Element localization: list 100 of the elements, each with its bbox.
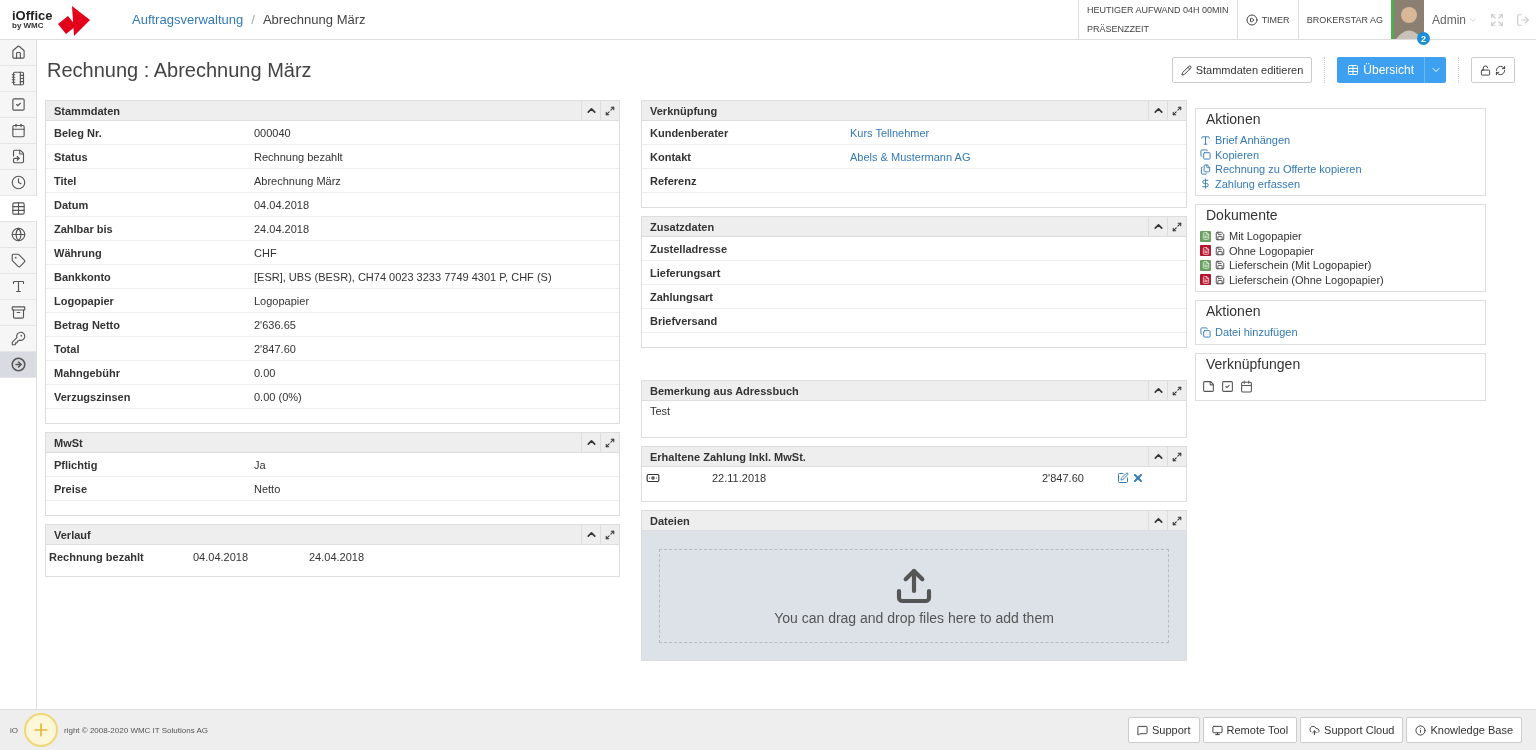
- home-icon: [10, 45, 26, 60]
- upload-icon: [894, 566, 934, 606]
- box-title: Aktionen: [1206, 303, 1262, 319]
- panel-title: Verlauf: [53, 528, 92, 541]
- document-link[interactable]: Lieferschein (Ohne Logopapier): [1229, 273, 1384, 286]
- copy-icon: [1200, 326, 1211, 338]
- field-value: Rechnung bezahlt: [254, 150, 344, 163]
- sidebar-item[interactable]: [0, 66, 36, 92]
- field-label: Lieferungsart: [650, 266, 722, 279]
- field-label: Briefversand: [650, 314, 719, 327]
- copy-icon: [1200, 149, 1211, 161]
- document-link[interactable]: Ohne Logopapier: [1229, 244, 1314, 257]
- history-date: 24.04.2018: [309, 550, 366, 563]
- document-link[interactable]: Mit Logopapier: [1229, 230, 1302, 243]
- sidebar-item[interactable]: [0, 40, 36, 66]
- panel-title: Erhaltene Zahlung Inkl. MwSt.: [649, 450, 807, 463]
- footer-button[interactable]: Remote Tool: [1202, 717, 1298, 743]
- globe-icon: [10, 227, 26, 242]
- field-link[interactable]: Kurs Tellnehmer: [850, 126, 1186, 139]
- arrow-circle-icon: [10, 357, 26, 372]
- field-label: Verzugszinsen: [54, 390, 132, 403]
- effort-text: HEUTIGER AUFWAND 04H 00MIN: [1086, 4, 1229, 15]
- action-link[interactable]: Kopieren: [1215, 148, 1260, 161]
- sidebar-item[interactable]: [0, 144, 36, 170]
- action-link[interactable]: Rechnung zu Offerte kopieren: [1215, 163, 1362, 176]
- sidebar-item[interactable]: [0, 274, 36, 300]
- breadcrumb-current: Abrechnung März: [262, 12, 366, 27]
- action-link[interactable]: Brief Anhängen: [1215, 134, 1291, 147]
- field-value: CHF: [254, 246, 278, 259]
- panel-title: Zusatzdaten: [649, 220, 716, 233]
- field-label: Währung: [54, 246, 103, 259]
- company-name: BROKERSTAR AG: [1306, 14, 1383, 25]
- footer-button[interactable]: Knowledge Base: [1406, 717, 1522, 743]
- sidebar-item[interactable]: [0, 170, 36, 196]
- sidebar-item[interactable]: [0, 92, 36, 118]
- field-link[interactable]: Abels & Mustermann AG: [850, 150, 1186, 163]
- breadcrumb-link[interactable]: Auftragsverwaltung: [132, 12, 244, 27]
- field-label: Logopapier: [54, 294, 115, 307]
- expand-icon: [1172, 385, 1182, 396]
- sidebar-item[interactable]: [0, 196, 37, 222]
- cloud-upload-icon: [1309, 724, 1321, 736]
- expand-icon: [605, 105, 615, 116]
- logout-icon: [1516, 12, 1530, 27]
- panel-title: Bemerkung aus Adressbuch: [649, 384, 800, 397]
- field-label: Datum: [54, 198, 90, 211]
- save-icon: [1215, 274, 1225, 285]
- sidebar-item[interactable]: [0, 326, 36, 352]
- footer-button[interactable]: Support: [1128, 717, 1200, 743]
- field-label: Referenz: [650, 174, 698, 187]
- fullscreen-icon: [1490, 12, 1504, 27]
- logo-byline: by WMC: [12, 22, 45, 30]
- document-link[interactable]: Lieferschein (Mit Logopapier): [1229, 259, 1372, 272]
- save-icon: [1215, 231, 1225, 242]
- page-title: Rechnung : Abrechnung März: [47, 58, 313, 82]
- box-title: Verknüpfungen: [1206, 355, 1302, 372]
- save-icon: [1215, 245, 1225, 256]
- field-label: Zahlungsart: [650, 290, 714, 303]
- field-value: 0.00: [254, 366, 277, 379]
- sidebar-item[interactable]: [0, 352, 36, 378]
- checkbox-icon[interactable]: [1221, 380, 1234, 393]
- monitor-icon: [1211, 724, 1223, 736]
- calendar-icon[interactable]: [1240, 380, 1253, 393]
- action-link[interactable]: Zahlung erfassen: [1215, 177, 1300, 190]
- panel-title: Dateien: [649, 514, 691, 527]
- edit-button[interactable]: [1117, 472, 1129, 484]
- delete-button[interactable]: [1132, 472, 1144, 484]
- lock-refresh-button[interactable]: [1471, 57, 1515, 83]
- info-icon: [1415, 724, 1427, 736]
- copyright-text: right © 2008-2020 WMC IT Solutions AG: [64, 725, 209, 735]
- field-label: Zahlbar bis: [54, 222, 114, 235]
- text-icon: [10, 279, 26, 294]
- timer-button[interactable]: TIMER: [1236, 0, 1298, 39]
- field-value: Netto: [254, 482, 282, 495]
- field-label: Total: [54, 342, 81, 355]
- footer-button[interactable]: Support Cloud: [1300, 717, 1404, 743]
- edit-button[interactable]: Stammdaten editieren: [1171, 57, 1313, 83]
- expand-icon: [1172, 105, 1182, 116]
- note-icon[interactable]: [1202, 380, 1215, 393]
- action-link[interactable]: Datei hinzufügen: [1215, 326, 1298, 339]
- play-icon: [1245, 13, 1258, 26]
- clock-icon: [10, 175, 26, 190]
- sidebar-item[interactable]: [0, 118, 36, 144]
- sidebar-item[interactable]: [0, 222, 36, 248]
- expand-icon: [1172, 515, 1182, 526]
- refresh-icon: [1495, 64, 1506, 76]
- logo-name: iOffice: [12, 9, 53, 22]
- banknote-icon: [646, 471, 660, 485]
- expand-icon: [605, 529, 615, 540]
- sidebar-item[interactable]: [0, 300, 36, 326]
- field-value: Logopapier: [254, 294, 311, 307]
- dropzone[interactable]: You can drag and drop files here to add them: [659, 549, 1169, 643]
- field-label: Mahngebühr: [54, 366, 121, 379]
- sidebar-item[interactable]: [0, 248, 36, 274]
- field-value: Abrechnung März: [254, 174, 342, 187]
- payment-amount: 2'847.60: [1042, 472, 1085, 484]
- chat-icon: [1137, 724, 1148, 736]
- panel-title: Verknüpfung: [649, 104, 719, 117]
- field-label: Kundenberater: [650, 126, 730, 139]
- save-icon: [1215, 260, 1225, 271]
- field-label: Bankkonto: [54, 270, 112, 283]
